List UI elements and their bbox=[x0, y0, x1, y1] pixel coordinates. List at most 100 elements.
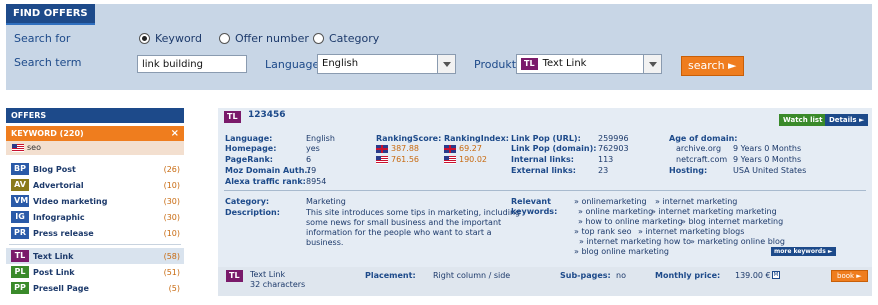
description-line: some news for small business and the imp… bbox=[306, 218, 502, 227]
external-links-label: External links: bbox=[511, 166, 576, 175]
sidebar-item-presell-page[interactable]: PP Presell Page (5) bbox=[6, 280, 184, 296]
divider bbox=[224, 190, 866, 191]
relevant-label: Relevant bbox=[511, 197, 551, 206]
tl-badge-icon: TL bbox=[226, 270, 243, 282]
uk-flag-icon bbox=[376, 144, 388, 153]
pp-badge-icon: PP bbox=[11, 282, 29, 294]
placement-value: Right column / side bbox=[433, 271, 511, 280]
link-pop-domain-label: Link Pop (domain): bbox=[511, 144, 597, 153]
search-panel: FIND OFFERS Search for Keyword Offer num… bbox=[6, 4, 872, 90]
alexa-label: Alexa traffic rank: bbox=[225, 177, 306, 186]
produkt-select[interactable]: TL Text Link bbox=[516, 54, 662, 74]
netcraft-site: netcraft.com bbox=[676, 155, 728, 164]
us-flag-icon bbox=[376, 155, 388, 164]
sidebar-item-blog-post[interactable]: BP Blog Post (26) bbox=[6, 161, 184, 177]
keyword-link[interactable]: » internet marketing blogs bbox=[638, 227, 744, 236]
radio-offer-number[interactable]: Offer number bbox=[219, 32, 309, 45]
product-name: Text Link bbox=[250, 270, 286, 279]
keyword-link[interactable]: » blog online marketing bbox=[574, 247, 669, 256]
language-select[interactable]: English bbox=[317, 54, 456, 74]
category-value: Marketing bbox=[306, 197, 346, 206]
tl-badge-icon: TL bbox=[224, 111, 241, 123]
vm-badge-icon: VM bbox=[11, 195, 29, 207]
hosting-label: Hosting: bbox=[669, 166, 708, 175]
ranking-score-label: RankingScore: bbox=[376, 134, 442, 143]
chevron-down-icon bbox=[437, 55, 455, 73]
archive-site: archive.org bbox=[676, 144, 722, 153]
sidebar-item-infographic[interactable]: IG Infographic (30) bbox=[6, 209, 184, 225]
uk-flag-icon bbox=[444, 144, 456, 153]
keyword-filter[interactable]: KEYWORD (220) × bbox=[6, 126, 184, 141]
keyword-link[interactable]: » internet marketing how to bbox=[579, 237, 691, 246]
keyword-link[interactable]: » internet marketing bbox=[655, 197, 737, 206]
offers-header: OFFERS bbox=[6, 108, 184, 123]
close-icon[interactable]: × bbox=[171, 126, 179, 141]
pl-badge-icon: PL bbox=[11, 266, 29, 278]
keyword-link[interactable]: » top rank seo bbox=[574, 227, 632, 236]
category-label: Category: bbox=[225, 197, 270, 206]
keyword-link[interactable]: » internet marketing marketing bbox=[651, 207, 777, 216]
pagerank-value: 6 bbox=[306, 155, 312, 164]
radio-dot-icon bbox=[313, 33, 324, 44]
link-pop-url-label: Link Pop (URL): bbox=[511, 134, 581, 143]
keyword-link[interactable]: » how to online marketing bbox=[578, 217, 683, 226]
language-value: English bbox=[306, 134, 335, 143]
sidebar-item-advertorial[interactable]: AV Advertorial (10) bbox=[6, 177, 184, 193]
text-link-badge: TL bbox=[521, 58, 538, 70]
archive-age: 9 Years 0 Months bbox=[733, 144, 802, 153]
link-pop-domain-value: 762903 bbox=[598, 144, 629, 153]
more-keywords-button[interactable]: more keywords ► bbox=[771, 247, 836, 256]
radio-dot-icon bbox=[139, 33, 150, 44]
moz-label: Moz Domain Auth.: bbox=[225, 166, 311, 175]
ig-badge-icon: IG bbox=[11, 211, 29, 223]
product-chars: 32 characters bbox=[250, 280, 306, 289]
homepage-value: yes bbox=[306, 144, 320, 153]
produkt-label: Produkt bbox=[474, 58, 517, 71]
ranking-score-us: 761.56 bbox=[376, 155, 419, 164]
offer-footer: TL Text Link 32 characters Placement: Ri… bbox=[218, 267, 872, 296]
placement-label: Placement: bbox=[365, 271, 416, 280]
subpages-label: Sub-pages: bbox=[560, 271, 611, 280]
ranking-score-uk: 387.88 bbox=[376, 144, 419, 153]
price-value: 139.00 € bbox=[735, 271, 771, 280]
sidebar-item-press-release[interactable]: PR Press release (10) bbox=[6, 225, 184, 241]
details-button[interactable]: Details ► bbox=[825, 114, 869, 126]
pagerank-label: PageRank: bbox=[225, 155, 273, 164]
description-label: Description: bbox=[225, 208, 280, 217]
ranking-index-us: 190.02 bbox=[444, 155, 487, 164]
radio-category[interactable]: Category bbox=[313, 32, 379, 45]
language-label: Language bbox=[265, 58, 320, 71]
keyword-link[interactable]: » blog internet marketing bbox=[681, 217, 783, 226]
keywords-label: keywords: bbox=[511, 207, 558, 216]
sidebar-item-video-marketing[interactable]: VM Video marketing (30) bbox=[6, 193, 184, 209]
language-label: Language: bbox=[225, 134, 273, 143]
keyword-link[interactable]: » onlinemarketing bbox=[574, 197, 647, 206]
offers-sidebar: OFFERS KEYWORD (220) × seo BP Blog Post … bbox=[6, 108, 184, 296]
external-links-value: 23 bbox=[598, 166, 609, 175]
sidebar-item-text-link[interactable]: TL Text Link (58) bbox=[6, 248, 184, 264]
ranking-index-label: RankingIndex: bbox=[444, 134, 509, 143]
description-line: business. bbox=[306, 238, 344, 247]
link-pop-url-value: 259996 bbox=[598, 134, 629, 143]
internal-links-value: 113 bbox=[598, 155, 614, 164]
keyword-chip[interactable]: seo bbox=[6, 141, 184, 155]
moz-value: 79 bbox=[306, 166, 317, 175]
price-toggle-icon[interactable]: M bbox=[772, 271, 780, 279]
us-flag-icon bbox=[12, 143, 24, 152]
book-button[interactable]: book ► bbox=[831, 270, 868, 282]
alexa-value: 8954 bbox=[306, 177, 327, 186]
tl-badge-icon: TL bbox=[11, 250, 29, 262]
keyword-link[interactable]: » online marketing bbox=[578, 207, 653, 216]
search-button[interactable]: search ► bbox=[681, 56, 744, 76]
offer-id: 123456 bbox=[248, 110, 286, 120]
search-term-input[interactable]: link building bbox=[137, 55, 247, 73]
sidebar-item-post-link[interactable]: PL Post Link (51) bbox=[6, 264, 184, 280]
price-label: Monthly price: bbox=[655, 271, 721, 280]
age-label: Age of domain: bbox=[669, 134, 738, 143]
homepage-label: Homepage: bbox=[225, 144, 277, 153]
radio-keyword[interactable]: Keyword bbox=[139, 32, 202, 45]
pr-badge-icon: PR bbox=[11, 227, 29, 239]
keyword-link[interactable]: » marketing online blog bbox=[690, 237, 785, 246]
description-line: information for the people who want to s… bbox=[306, 228, 492, 237]
internal-links-label: Internal links: bbox=[511, 155, 574, 164]
